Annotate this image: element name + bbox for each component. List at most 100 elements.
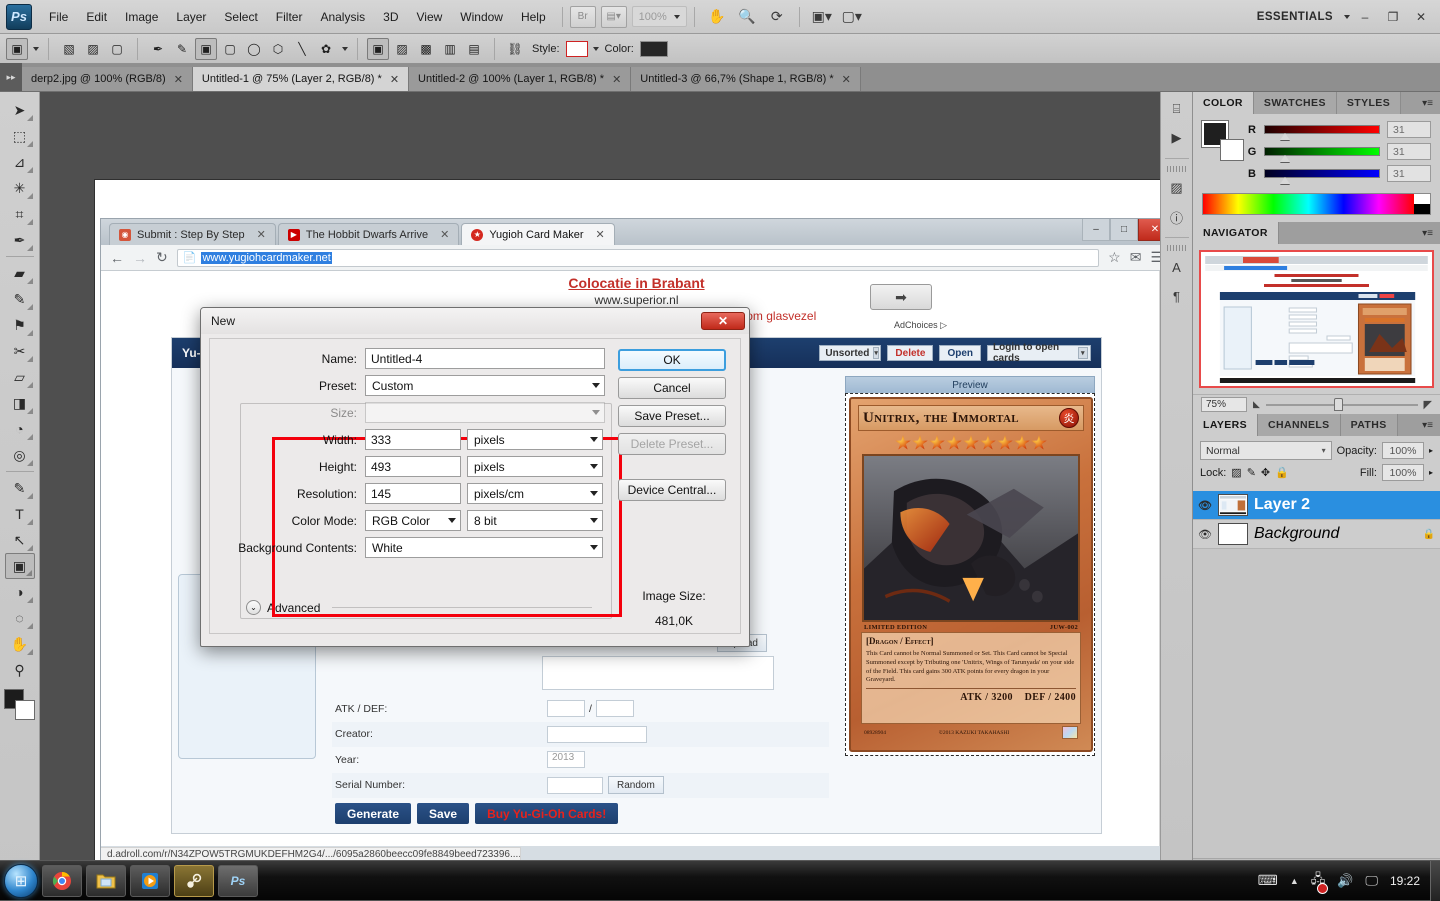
browser-minimize-button[interactable]: –	[1082, 219, 1110, 241]
tool-eyedropper-tool[interactable]: ✒	[5, 227, 35, 253]
custom-shape-chevron-icon[interactable]	[342, 46, 348, 51]
login-dropdown[interactable]: Login to open cards ▾	[987, 342, 1091, 364]
history-icon[interactable]: ⌸	[1164, 96, 1190, 122]
save-button[interactable]: Save	[417, 803, 470, 824]
taskbar-media-player-button[interactable]	[130, 864, 170, 897]
tool-path-selection-tool[interactable]: ↖	[5, 527, 35, 553]
tool-healing-brush-tool[interactable]: ▰	[5, 260, 35, 286]
tool-move-tool[interactable]: ➤	[5, 97, 35, 123]
panel-menu-icon[interactable]: ▾≡	[1415, 222, 1440, 244]
tool-type-tool[interactable]: T	[5, 501, 35, 527]
close-icon[interactable]: ✕	[174, 73, 183, 86]
tool-3d-orbit-tool[interactable]: ◌	[5, 605, 35, 631]
sort-dropdown[interactable]: Unsorted ▾	[819, 345, 882, 361]
open-button[interactable]: Open	[939, 345, 981, 361]
tab-layers[interactable]: LAYERS	[1193, 414, 1259, 436]
shape-preset-chevron-icon[interactable]	[33, 46, 39, 51]
intersect-shape-icon[interactable]: ▩	[415, 38, 437, 60]
tool-history-brush-tool[interactable]: ✂	[5, 338, 35, 364]
browser-tab-hobbit[interactable]: ▶ The Hobbit Dwarfs Arrive ✕	[277, 223, 460, 245]
doc-tab-untitled-3[interactable]: Untitled-3 @ 66,7% (Shape 1, RGB/8) * ✕	[631, 67, 861, 91]
card-description-textarea[interactable]	[542, 656, 774, 690]
close-icon[interactable]: ✕	[390, 73, 399, 86]
random-button[interactable]: Random	[608, 776, 664, 795]
tab-channels[interactable]: CHANNELS	[1258, 414, 1341, 436]
menu-filter[interactable]: Filter	[267, 5, 312, 29]
tab-color[interactable]: COLOR	[1193, 92, 1254, 114]
red-value[interactable]: 31	[1387, 121, 1431, 138]
combine-shape-icon[interactable]: ▤	[463, 38, 485, 60]
panel-menu-icon[interactable]: ▾≡	[1415, 414, 1440, 436]
fill-value[interactable]: 100%	[1381, 464, 1424, 481]
dialog-close-button[interactable]: ✕	[701, 312, 745, 330]
histogram-icon[interactable]: ▨	[1164, 175, 1190, 201]
lock-transparent-pixels-icon[interactable]: ▨	[1231, 466, 1241, 479]
def-input[interactable]	[595, 700, 634, 718]
height-unit-dropdown[interactable]: pixels	[467, 456, 603, 477]
slider-knob[interactable]	[1280, 177, 1291, 184]
window-minimize-button[interactable]: –	[1352, 6, 1378, 28]
green-value[interactable]: 31	[1387, 143, 1431, 160]
bit-depth-dropdown[interactable]: 8 bit	[467, 510, 603, 531]
doc-tab-untitled-2[interactable]: Untitled-2 @ 100% (Layer 1, RGB/8) * ✕	[409, 67, 632, 91]
layer-row-background[interactable]: 👁 Background 🔒	[1193, 520, 1440, 549]
layer-row-layer-2[interactable]: 👁 Layer 2	[1193, 491, 1440, 520]
tab-styles[interactable]: STYLES	[1336, 92, 1402, 114]
background-color-swatch[interactable]	[14, 700, 35, 720]
menu-edit[interactable]: Edit	[77, 5, 116, 29]
volume-icon[interactable]: 🔊	[1337, 873, 1353, 889]
tool-rectangle-shape-tool[interactable]: ▣	[4, 553, 35, 579]
doc-tab-untitled-1[interactable]: Untitled-1 @ 75% (Layer 2, RGB/8) * ✕	[192, 67, 410, 91]
exclude-shape-icon[interactable]: ▥	[439, 38, 461, 60]
blue-value[interactable]: 31	[1387, 165, 1431, 182]
height-input[interactable]: 493	[365, 456, 461, 477]
taskbar-clock[interactable]: 19:22	[1390, 874, 1420, 888]
color-panel-swatches[interactable]	[1201, 120, 1244, 161]
window-restore-button[interactable]: ❐	[1380, 6, 1406, 28]
tool-lasso-tool[interactable]: ⊿	[5, 149, 35, 175]
background-swatch[interactable]	[1220, 139, 1244, 161]
name-input[interactable]: Untitled-4	[365, 348, 605, 369]
color-swatch[interactable]	[639, 40, 668, 57]
blue-slider[interactable]	[1264, 169, 1380, 184]
subtract-from-shape-icon[interactable]: ▨	[391, 38, 413, 60]
year-input[interactable]: 2013	[547, 751, 585, 769]
menu-view[interactable]: View	[407, 5, 451, 29]
lock-image-pixels-icon[interactable]: ✎	[1247, 466, 1256, 479]
tool-blur-tool[interactable]: ◔	[5, 416, 35, 442]
resolution-unit-dropdown[interactable]: pixels/cm	[467, 483, 603, 504]
browser-tab-submit[interactable]: ◉ Submit : Step By Step ✕	[109, 223, 276, 245]
back-icon[interactable]: ←	[110, 250, 124, 266]
advanced-toggle[interactable]: ⌄ Advanced	[246, 600, 593, 615]
close-icon[interactable]: ✕	[257, 228, 266, 241]
rail-grip[interactable]	[1166, 166, 1187, 172]
network-icon[interactable]: 🖧	[1311, 870, 1328, 894]
polygon-tool-icon[interactable]: ⬡	[267, 38, 289, 60]
width-unit-dropdown[interactable]: pixels	[467, 429, 603, 450]
visibility-eye-icon[interactable]: 👁	[1198, 499, 1212, 512]
taskbar-explorer-button[interactable]	[86, 864, 126, 897]
color-spectrum-ramp[interactable]	[1202, 193, 1431, 215]
taskbar-photoshop-button[interactable]: Ps	[218, 864, 258, 897]
show-desktop-button[interactable]	[1430, 860, 1440, 901]
shape-layers-icon[interactable]: ▧	[58, 38, 80, 60]
keyboard-icon[interactable]: ⌨	[1258, 872, 1278, 889]
red-slider[interactable]	[1264, 125, 1380, 140]
slider-knob[interactable]	[1280, 133, 1291, 140]
adchoices-label[interactable]: AdChoices ▷	[894, 320, 947, 331]
display-icon[interactable]: 🖵	[1365, 873, 1378, 889]
paths-icon[interactable]: ▨	[82, 38, 104, 60]
spectrum-bw[interactable]	[1414, 194, 1430, 214]
opacity-scrubber-icon[interactable]: ▸	[1429, 446, 1433, 455]
menu-3d[interactable]: 3D	[374, 5, 407, 29]
show-hidden-icons-arrow[interactable]: ▲	[1290, 876, 1299, 886]
slider-knob[interactable]	[1280, 155, 1291, 162]
tool-eraser-tool[interactable]: ▱	[5, 364, 35, 390]
background-dropdown[interactable]: White	[365, 537, 603, 558]
zoom-tool-icon[interactable]: 🔍	[734, 5, 760, 29]
generate-button[interactable]: Generate	[335, 803, 412, 824]
tool-marquee-tool[interactable]: ⬚	[5, 123, 35, 149]
tool-zoom-tool[interactable]: ⚲	[5, 657, 35, 683]
tab-navigator[interactable]: NAVIGATOR	[1193, 222, 1279, 244]
style-chevron-down-icon[interactable]	[592, 46, 599, 51]
